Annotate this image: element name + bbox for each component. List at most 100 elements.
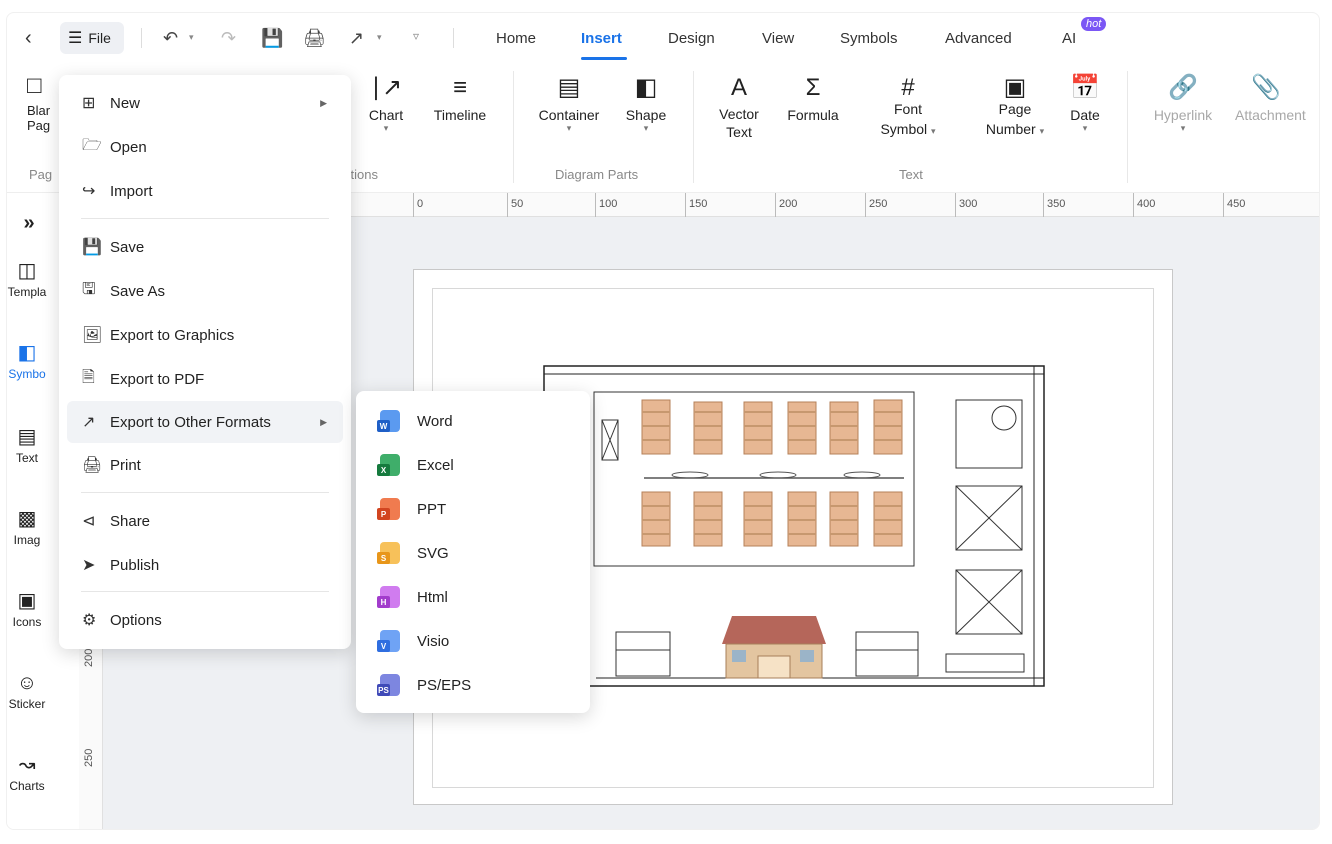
export-word[interactable]: W Word (364, 401, 582, 441)
ppt-icon: P (377, 498, 400, 520)
sidebar-item-icons[interactable]: ▣ Icons (7, 587, 63, 629)
chart-button[interactable]: ∣↗ Chart ▾ (363, 71, 409, 133)
ruler-tick: 0 (417, 198, 424, 210)
menu-item-label: Export to Graphics (110, 326, 235, 344)
tab-ai[interactable]: AI (1062, 30, 1076, 47)
save-as-icon: 🖫 (82, 280, 96, 298)
font-symbol-label-1: Font (893, 101, 922, 117)
group-label-page: Pag (29, 167, 53, 182)
vector-text-button[interactable]: A Vector Text (709, 71, 769, 141)
shape-dropdown-icon: ▾ (643, 123, 649, 133)
sidebar-item-text[interactable]: ▤ Text (7, 423, 63, 465)
undo-dropdown-icon[interactable]: ▾ (189, 32, 194, 43)
menu-item-publish[interactable]: ➤ Publish (67, 545, 343, 585)
export-option-label: Html (417, 588, 448, 606)
attachment-label: Attachment (1235, 107, 1306, 123)
svg-icon: S (377, 542, 400, 564)
menu-item-export-other-formats[interactable]: ↗ Export to Other Formats ▶ (67, 401, 343, 443)
date-button[interactable]: 📅 Date ▾ (1065, 71, 1105, 133)
ribbon-divider (513, 71, 514, 183)
tab-home[interactable]: Home (496, 30, 536, 47)
page-number-button[interactable]: ▣ Page Number ▾ (969, 71, 1061, 141)
menu-item-save[interactable]: 💾 Save (67, 227, 343, 267)
share-icon: ⊲ (82, 513, 96, 530)
export-excel[interactable]: X Excel (364, 445, 582, 485)
symbols-icon: ◧ (17, 342, 37, 364)
timeline-button[interactable]: ≡ Timeline (425, 71, 495, 125)
export-option-label: SVG (417, 544, 449, 562)
container-button[interactable]: ▤ Container ▾ (531, 71, 607, 133)
sidebar-item-symbols[interactable]: ◧ Symbo (7, 339, 63, 381)
shape-button[interactable]: ◧ Shape ▾ (621, 71, 671, 133)
print-icon[interactable]: 🖨 (303, 27, 326, 49)
save-icon: 💾 (82, 239, 102, 256)
tab-advanced[interactable]: Advanced (945, 30, 1012, 47)
formula-button[interactable]: Σ Formula (781, 71, 845, 125)
export-svg[interactable]: S SVG (364, 533, 582, 573)
export-ps-eps[interactable]: PS PS/EPS (364, 665, 582, 705)
tab-insert[interactable]: Insert (581, 30, 622, 47)
submenu-arrow-icon: ▶ (320, 416, 327, 427)
plus-square-icon: ⊞ (82, 95, 96, 112)
export-dropdown-icon[interactable]: ▾ (377, 32, 382, 43)
export-visio[interactable]: V Visio (364, 621, 582, 661)
sidebar-item-charts[interactable]: ↝ Charts (7, 751, 63, 793)
sidebar-item-images[interactable]: ▩ Imag (7, 505, 63, 547)
app-window: ‹ ☰ File ↶ ▾ ↷ 💾 🖨 ↗ ▾ ▿ Home Insert Des… (6, 12, 1320, 830)
menu-item-import[interactable]: ↪ Import (67, 171, 343, 211)
page-number-label-2: Number (985, 121, 1036, 137)
export-html[interactable]: H Html (364, 577, 582, 617)
sidebar-item-label: Text (15, 451, 38, 465)
tab-view[interactable]: View (762, 30, 794, 47)
export-icon[interactable]: ↗ (349, 27, 364, 49)
ruler-tick: 250 (83, 748, 95, 767)
menu-item-print[interactable]: 🖨 Print (67, 445, 343, 485)
text-icon: ▤ (17, 426, 37, 448)
export-pdf-icon: 🗎 (82, 368, 95, 386)
blank-page-button[interactable]: □ Blar Pag (27, 69, 51, 133)
charts-icon: ↝ (18, 754, 36, 776)
ruler-tick: 250 (869, 198, 888, 210)
tab-symbols[interactable]: Symbols (840, 30, 898, 47)
blank-page-label-top: Blar (27, 103, 51, 118)
menu-item-label: Publish (110, 556, 160, 574)
menu-item-export-pdf[interactable]: 🗎 Export to PDF (67, 359, 343, 399)
undo-icon[interactable]: ↶ (163, 27, 178, 49)
save-icon[interactable]: 💾 (261, 27, 283, 49)
ruler-tick: 350 (1047, 198, 1066, 210)
group-label-diagram-parts: Diagram Parts (555, 167, 639, 182)
export-ppt[interactable]: P PPT (364, 489, 582, 529)
redo-icon[interactable]: ↷ (221, 27, 236, 49)
menu-item-label: Export to Other Formats (110, 413, 271, 431)
menu-item-new[interactable]: ⊞ New ▶ (67, 83, 343, 123)
font-symbol-button[interactable]: # Font Symbol ▾ (869, 71, 947, 141)
container-label: Container (538, 107, 600, 123)
sidebar-expand[interactable]: » (7, 209, 65, 237)
paperclip-icon: 📎 (1251, 74, 1281, 101)
menu-item-share[interactable]: ⊲ Share (67, 501, 343, 541)
menu-item-open[interactable]: 🗁 Open (67, 127, 343, 167)
sidebar-item-label: Templa (7, 285, 47, 299)
sidebar-item-sticker[interactable]: ☺ Sticker (7, 669, 63, 711)
hyperlink-dropdown-icon: ▾ (1180, 123, 1186, 133)
tab-design[interactable]: Design (668, 30, 715, 47)
menu-item-options[interactable]: ⚙ Options (67, 600, 343, 640)
more-tools-icon[interactable]: ▿ (413, 29, 419, 43)
container-icon: ▤ (557, 74, 581, 101)
menu-item-save-as[interactable]: 🖫 Save As (67, 271, 343, 311)
ribbon-divider (1127, 71, 1128, 183)
double-chevron-right-icon: » (23, 212, 35, 234)
export-other-icon: ↗ (82, 414, 96, 431)
menu-item-label: New (110, 94, 141, 112)
menu-item-export-graphics[interactable]: 🖼 Export to Graphics (67, 315, 343, 355)
hyperlink-button[interactable]: 🔗 Hyperlink ▾ (1145, 71, 1221, 133)
date-dropdown-icon: ▾ (1082, 123, 1088, 133)
sidebar-item-templates[interactable]: ◫ Templa (7, 257, 63, 299)
ps-eps-icon: PS (377, 674, 400, 696)
ruler-tick: 200 (779, 198, 798, 210)
visio-icon: V (377, 630, 400, 652)
timeline-icon: ≡ (452, 74, 467, 101)
attachment-button[interactable]: 📎 Attachment (1235, 71, 1319, 125)
file-menu-button[interactable]: ☰ File (60, 22, 124, 54)
chevron-left-icon[interactable]: ‹ (25, 27, 32, 50)
